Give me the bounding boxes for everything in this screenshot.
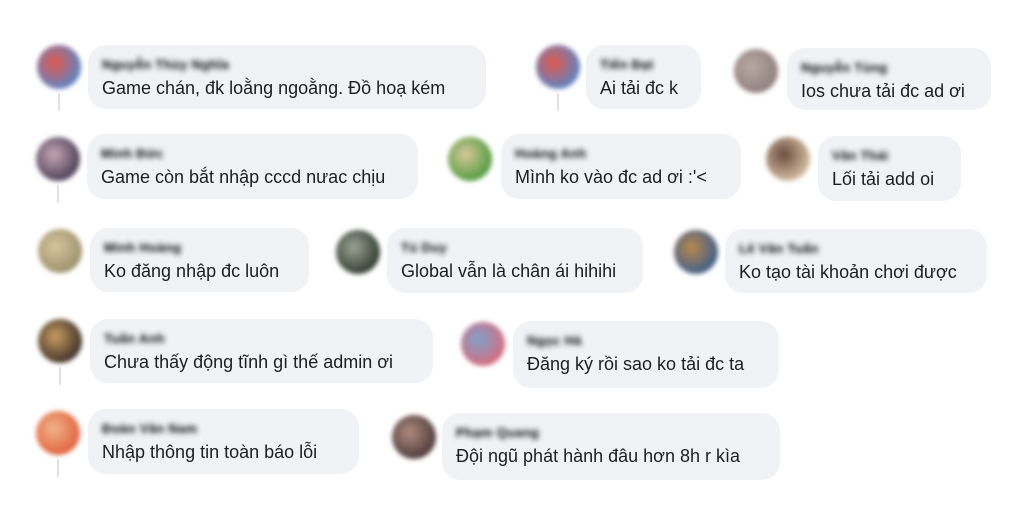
comment-text: Mình ko vào đc ad ơi :'<: [515, 167, 707, 187]
avatar[interactable]: [36, 137, 80, 181]
avatar[interactable]: [38, 229, 82, 273]
commenter-name[interactable]: Tiến Đạt: [600, 58, 653, 72]
avatar[interactable]: [37, 45, 81, 89]
commenter-name[interactable]: Văn Thái: [832, 149, 889, 163]
commenter-name[interactable]: Nguyễn Thùy Nghĩa: [102, 58, 229, 72]
commenter-name[interactable]: Minh Đức: [101, 147, 163, 161]
comment-bubble: Tú Duy Global vẫn là chân ái hihihi: [387, 228, 643, 293]
commenter-name[interactable]: Tuấn Anh: [104, 332, 165, 346]
avatar[interactable]: [536, 45, 580, 89]
comment-text: Game chán, đk loằng ngoằng. Đồ hoạ kém: [102, 78, 446, 98]
comment-bubble: Văn Thái Lối tải add oi: [818, 136, 961, 201]
comment-bubble: Đoàn Văn Nam Nhập thông tin toàn báo lỗi: [88, 409, 359, 474]
avatar[interactable]: [38, 319, 82, 363]
comment-bubble: Tiến Đạt Ai tải đc k: [586, 45, 701, 109]
avatar[interactable]: [36, 411, 80, 455]
avatar[interactable]: [336, 230, 380, 274]
comment-bubble: Ngọc Hà Đăng ký rồi sao ko tải đc ta: [513, 321, 779, 388]
commenter-name[interactable]: Ngọc Hà: [527, 334, 582, 348]
comment-text: Ai tải đc k: [600, 78, 679, 98]
avatar[interactable]: [461, 322, 505, 366]
comment-text: Ko đăng nhập đc luôn: [104, 261, 280, 281]
avatar[interactable]: [674, 230, 718, 274]
thread-line: [57, 459, 59, 477]
comment-text: Chưa thấy động tĩnh gì thế admin ơi: [104, 352, 394, 372]
avatar[interactable]: [766, 137, 810, 181]
comment-text: Ios chưa tải đc ad ơi: [801, 81, 965, 101]
comment-bubble: Phạm Quang Đội ngũ phát hành đâu hơn 8h r…: [442, 413, 780, 480]
commenter-name[interactable]: Phạm Quang: [456, 426, 539, 440]
thread-line: [57, 185, 59, 203]
comment-text: Global vẫn là chân ái hihihi: [401, 261, 617, 281]
thread-line: [59, 367, 61, 385]
comment-bubble: Tuấn Anh Chưa thấy động tĩnh gì thế admin…: [90, 319, 433, 383]
commenter-name[interactable]: Lê Văn Tuấn: [739, 242, 819, 256]
comment-bubble: Hoàng Anh Mình ko vào đc ad ơi :'<: [501, 134, 741, 199]
comment-bubble: Minh Hoàng Ko đăng nhập đc luôn: [90, 228, 309, 292]
commenter-name[interactable]: Nguyễn Tùng: [801, 61, 887, 75]
thread-line: [557, 93, 559, 111]
commenter-name[interactable]: Hoàng Anh: [515, 147, 587, 161]
comment-text: Đội ngũ phát hành đâu hơn 8h r kìa: [456, 446, 741, 466]
comment-text: Đăng ký rồi sao ko tải đc ta: [527, 354, 745, 374]
avatar[interactable]: [392, 415, 436, 459]
avatar[interactable]: [448, 137, 492, 181]
comment-text: Ko tạo tài khoản chơi được: [739, 262, 957, 282]
comment-bubble: Minh Đức Game còn bắt nhập cccd nưac chịu: [87, 134, 418, 199]
avatar[interactable]: [734, 49, 778, 93]
commenter-name[interactable]: Đoàn Văn Nam: [102, 422, 197, 436]
thread-line: [58, 93, 60, 111]
commenter-name[interactable]: Tú Duy: [401, 241, 447, 255]
comment-text: Lối tải add oi: [832, 169, 935, 189]
comment-bubble: Lê Văn Tuấn Ko tạo tài khoản chơi được: [725, 229, 987, 293]
comment-bubble: Nguyễn Tùng Ios chưa tải đc ad ơi: [787, 48, 991, 110]
commenter-name[interactable]: Minh Hoàng: [104, 241, 181, 255]
comment-text: Game còn bắt nhập cccd nưac chịu: [101, 167, 386, 187]
comment-bubble: Nguyễn Thùy Nghĩa Game chán, đk loằng ngo…: [88, 45, 486, 109]
comment-text: Nhập thông tin toàn báo lỗi: [102, 442, 318, 462]
